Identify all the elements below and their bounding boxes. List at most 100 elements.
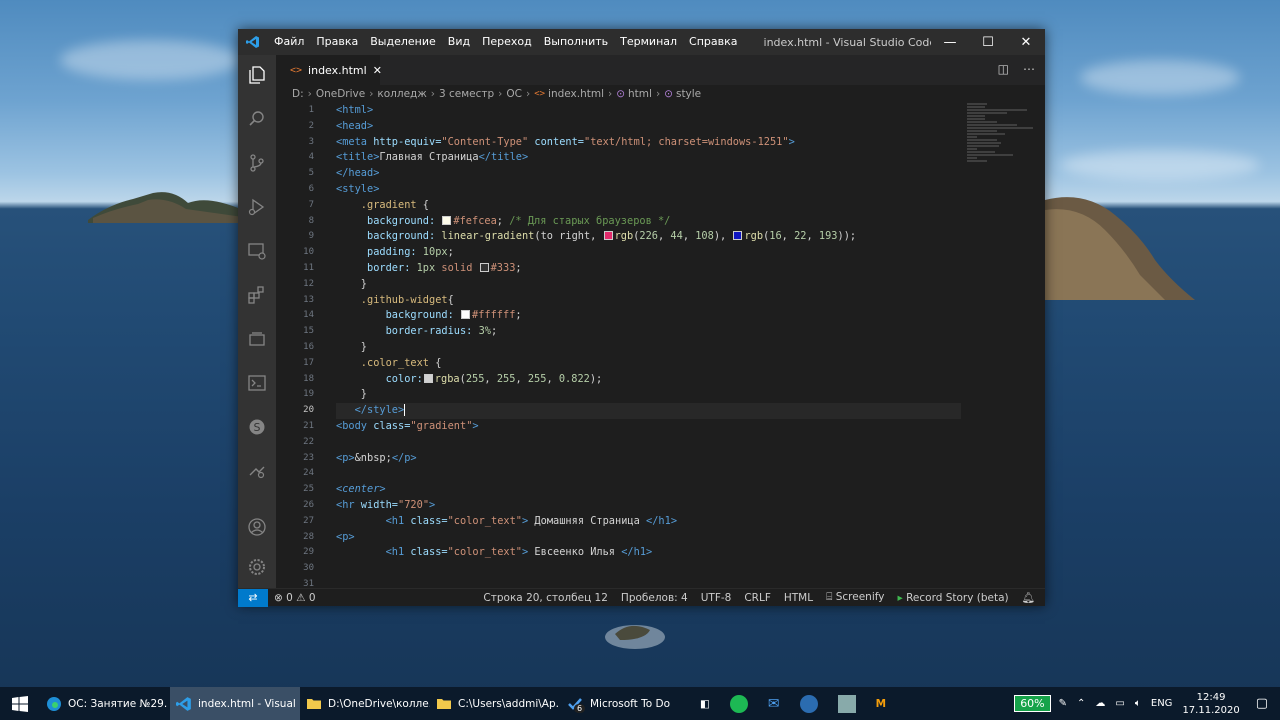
rock-small <box>605 625 665 649</box>
line-number: 1 <box>308 105 314 115</box>
source-control-icon[interactable] <box>245 151 269 175</box>
taskbar-app-word[interactable] <box>790 687 828 720</box>
code-line: .github-widget{ <box>336 293 454 306</box>
code-line: border: 1px solid #333; <box>336 261 522 274</box>
pen-icon[interactable]: ✎ <box>1059 698 1067 709</box>
taskbar-app-media[interactable]: ◧ <box>690 687 720 720</box>
line-number: 12 <box>303 278 314 289</box>
code-line: padding: 10px; <box>336 246 454 259</box>
breadcrumb-item[interactable]: html <box>628 88 652 100</box>
explorer-icon[interactable] <box>245 63 269 87</box>
breadcrumb-item[interactable]: OneDrive <box>316 88 365 100</box>
line-number: 11 <box>303 262 314 273</box>
taskbar-app-mail[interactable]: ✉ <box>758 687 790 720</box>
record-story-button[interactable]: ▸ Record Story (beta) <box>897 592 1008 604</box>
line-number: 13 <box>303 294 314 305</box>
edge-icon <box>46 695 62 713</box>
color-swatch[interactable] <box>461 310 470 320</box>
html-file-icon: <> <box>534 89 546 99</box>
line-number: 29 <box>303 547 314 558</box>
screenify-button[interactable]: ⌸ Screenify <box>826 591 884 604</box>
breadcrumb-item[interactable]: колледж <box>377 88 426 100</box>
menu-run[interactable]: Выполнить <box>538 29 614 55</box>
taskbar-item-todo[interactable]: Microsoft To Do 6 <box>560 687 690 720</box>
line-number: 24 <box>303 468 314 479</box>
encoding[interactable]: UTF-8 <box>701 592 732 604</box>
line-number: 8 <box>308 215 314 226</box>
menu-selection[interactable]: Выделение <box>364 29 442 55</box>
breadcrumb-item[interactable]: style <box>676 88 701 100</box>
taskbar-item-folder-1[interactable]: D:\OneDrive\колле... <box>300 687 430 720</box>
indentation[interactable]: Пробелов: 4 <box>621 592 688 604</box>
utility-app-icon <box>837 694 856 713</box>
volume-icon[interactable]: 🔈︎ <box>1135 698 1141 709</box>
breadcrumb-item[interactable]: 3 семестр <box>439 88 494 100</box>
app-m-icon: M <box>875 697 887 710</box>
breadcrumb-item[interactable]: ОС <box>506 88 522 100</box>
clock[interactable]: 12:49 17.11.2020 <box>1182 691 1239 717</box>
breadcrumb-item[interactable]: D: <box>292 88 304 100</box>
menu-go[interactable]: Переход <box>476 29 538 55</box>
cursor-position[interactable]: Строка 20, столбец 12 <box>483 592 608 604</box>
menu-terminal[interactable]: Терминал <box>614 29 683 55</box>
color-swatch[interactable] <box>603 231 613 241</box>
color-swatch[interactable] <box>733 231 743 241</box>
more-actions-icon[interactable]: ⋯ <box>1023 62 1035 76</box>
tab-index-html[interactable]: <> index.html ✕ <box>276 55 382 85</box>
color-swatch[interactable] <box>479 262 489 272</box>
breadcrumb-item[interactable]: index.html <box>548 88 604 100</box>
windows-start-icon[interactable] <box>0 687 40 720</box>
split-editor-icon[interactable]: ◫ <box>998 62 1009 76</box>
battery-indicator[interactable]: 60% <box>1014 695 1051 712</box>
language-indicator[interactable]: ENG <box>1151 698 1173 709</box>
line-number: 27 <box>303 515 314 526</box>
line-number: 26 <box>303 499 314 510</box>
taskbar-app-utility[interactable] <box>828 687 866 720</box>
problems-indicator[interactable]: ⊗ 0 ⚠ 0 <box>274 592 316 604</box>
vscode-logo-icon <box>238 29 268 55</box>
taskbar-item-vscode[interactable]: index.html - Visual ... <box>170 687 300 720</box>
network-icon[interactable]: ▭ <box>1115 698 1124 709</box>
search-icon[interactable] <box>245 107 269 131</box>
remote-indicator[interactable]: ⇄ <box>238 588 268 607</box>
maximize-button[interactable]: ☐ <box>969 29 1007 55</box>
taskbar-app-spotify[interactable] <box>720 687 758 720</box>
menu-file[interactable]: Файл <box>268 29 310 55</box>
svg-text:S: S <box>254 421 261 434</box>
account-icon[interactable] <box>245 515 269 539</box>
language-mode[interactable]: HTML <box>784 592 813 604</box>
settings-gear-icon[interactable] <box>245 555 269 579</box>
code-line: <p> <box>336 530 355 543</box>
extensions-icon[interactable] <box>245 283 269 307</box>
folders-icon[interactable] <box>245 327 269 351</box>
notification-center-icon[interactable]: ▢ <box>1256 696 1268 711</box>
color-swatch[interactable] <box>442 215 452 225</box>
clock-date: 17.11.2020 <box>1182 704 1240 716</box>
taskbar-item-folder-2[interactable]: C:\Users\addmi\Ap... <box>430 687 560 720</box>
minimize-button[interactable]: — <box>931 29 969 55</box>
tab-close-icon[interactable]: ✕ <box>373 64 382 77</box>
run-debug-icon[interactable] <box>245 195 269 219</box>
taskbar-item-edge[interactable]: ОС: Занятие №29. ... <box>40 687 170 720</box>
onedrive-cloud-icon[interactable]: ☁ <box>1095 698 1105 709</box>
terminal-icon[interactable] <box>245 371 269 395</box>
code-line-current: </style> <box>336 403 961 419</box>
menu-help[interactable]: Справка <box>683 29 743 55</box>
line-number: 5 <box>308 168 314 179</box>
line-ending[interactable]: CRLF <box>744 592 771 604</box>
code-line: <center> <box>336 483 386 496</box>
code-line: color: rgba(255, 255, 255, 0.822); <box>336 372 603 385</box>
close-button[interactable]: ✕ <box>1007 29 1045 55</box>
skype-icon[interactable]: S <box>245 415 269 439</box>
live-share-icon[interactable] <box>245 459 269 483</box>
color-swatch[interactable] <box>423 373 433 383</box>
minimap[interactable] <box>967 103 1035 183</box>
menu-edit[interactable]: Правка <box>310 29 364 55</box>
menu-view[interactable]: Вид <box>442 29 476 55</box>
remote-explorer-icon[interactable] <box>245 239 269 263</box>
notifications-bell-icon[interactable]: 🔔︎ <box>1022 591 1035 604</box>
chevron-up-icon[interactable]: ⌃ <box>1077 698 1085 709</box>
taskbar-app-m[interactable]: M <box>866 687 896 720</box>
code-editor[interactable]: 1 2 3 4 5 6 7 8 9 10 11 12 13 14 15 16 1… <box>276 103 1045 588</box>
